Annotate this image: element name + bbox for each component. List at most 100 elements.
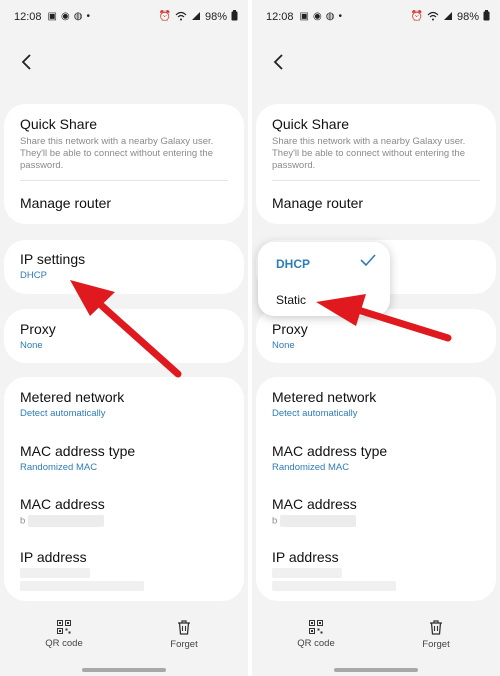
quick-share-row[interactable]: Quick Share Share this network with a ne… [20, 116, 228, 172]
proxy-row[interactable]: Proxy None [20, 321, 228, 351]
forget-label: Forget [170, 639, 198, 650]
home-indicator[interactable] [334, 668, 418, 672]
quick-share-title: Quick Share [20, 116, 98, 132]
proxy-value: None [272, 340, 295, 351]
mac-address-row: MAC address b [272, 496, 480, 528]
ip-address-redacted [20, 568, 90, 578]
chat-icon: ◉ [60, 11, 70, 22]
forget-label: Forget [422, 639, 450, 650]
mac-address-prefix: b [272, 515, 278, 527]
forget-button[interactable]: Forget [154, 620, 214, 650]
metered-network-row[interactable]: Metered network Detect automatically [272, 389, 480, 419]
mac-address-type-title: MAC address type [272, 443, 388, 459]
qr-code-label: QR code [45, 638, 83, 649]
ip-address-title: IP address [20, 549, 87, 565]
screen-right: 12:08 ▣ ◉ ◍ • ⏰ 98% Quick Share Share th… [252, 0, 500, 676]
mac-address-redacted [279, 515, 356, 527]
back-arrow-icon[interactable] [266, 50, 290, 74]
bottom-nav: QR code Forget [0, 620, 248, 660]
forget-button[interactable]: Forget [406, 620, 466, 650]
card-network-details: Metered network Detect automatically MAC… [4, 377, 244, 601]
mac-address-prefix: b [20, 515, 26, 527]
mac-address-type-row[interactable]: MAC address type Randomized MAC [20, 443, 228, 473]
quick-share-title: Quick Share [272, 116, 350, 132]
ip-address-row: IP address [20, 549, 228, 565]
home-indicator[interactable] [82, 668, 166, 672]
metered-network-value: Detect automatically [20, 408, 106, 419]
status-bar: 12:08 ▣ ◉ ◍ • ⏰ 98% [0, 0, 248, 34]
qr-code-icon [309, 620, 323, 634]
mac-address-title: MAC address [20, 496, 105, 512]
proxy-value: None [20, 340, 43, 351]
gallery-icon: ▣ [47, 11, 57, 22]
gallery-icon: ▣ [299, 11, 309, 22]
static-option[interactable]: Static [276, 293, 376, 307]
manage-router-row[interactable]: Manage router [20, 195, 228, 211]
status-bar: 12:08 ▣ ◉ ◍ • ⏰ 98% [252, 0, 500, 34]
metered-network-title: Metered network [20, 389, 125, 405]
quick-share-description: Share this network with a nearby Galaxy … [272, 136, 466, 171]
card-share-router: Quick Share Share this network with a ne… [4, 104, 244, 224]
wifi-icon [427, 11, 439, 24]
proxy-title: Proxy [20, 321, 56, 337]
battery-icon [483, 10, 490, 24]
dot-icon: • [338, 11, 342, 22]
card-proxy: Proxy None [4, 309, 244, 363]
qr-code-button[interactable]: QR code [286, 620, 346, 649]
record-icon: ◍ [73, 11, 83, 22]
manage-router-title: Manage router [20, 195, 112, 211]
check-icon [360, 254, 376, 266]
trash-icon [178, 620, 190, 635]
qr-code-button[interactable]: QR code [34, 620, 94, 649]
mac-address-type-value: Randomized MAC [20, 462, 98, 473]
quick-share-row[interactable]: Quick Share Share this network with a ne… [272, 116, 480, 172]
mac-address-type-title: MAC address type [20, 443, 136, 459]
mac-address-redacted [27, 515, 104, 527]
mac-address-row: MAC address b [20, 496, 228, 528]
proxy-row[interactable]: Proxy None [272, 321, 480, 351]
card-share-router: Quick Share Share this network with a ne… [256, 104, 496, 224]
ip-address-redacted [272, 568, 342, 578]
quick-share-description: Share this network with a nearby Galaxy … [20, 136, 214, 171]
ip-address-redacted [20, 581, 144, 591]
card-proxy: Proxy None [256, 309, 496, 363]
ip-settings-row[interactable]: IP settings DHCP [20, 251, 228, 281]
ip-address-title: IP address [272, 549, 339, 565]
ip-settings-value: DHCP [20, 270, 47, 281]
alarm-icon: ⏰ [158, 11, 171, 22]
card-network-details: Metered network Detect automatically MAC… [256, 377, 496, 601]
screen-left: 12:08 ▣ ◉ ◍ • ⏰ 98% Quick Share Share th… [0, 0, 248, 676]
manage-router-row[interactable]: Manage router [272, 195, 480, 211]
metered-network-row[interactable]: Metered network Detect automatically [20, 389, 228, 419]
battery-icon [231, 10, 238, 24]
qr-code-label: QR code [297, 638, 335, 649]
card-ip-settings: IP settings DHCP [4, 240, 244, 294]
back-arrow-icon[interactable] [14, 50, 38, 74]
mac-address-type-row[interactable]: MAC address type Randomized MAC [272, 443, 480, 473]
dot-icon: • [86, 11, 90, 22]
trash-icon [430, 620, 442, 635]
divider [272, 180, 480, 181]
mac-address-type-value: Randomized MAC [272, 462, 350, 473]
manage-router-title: Manage router [272, 195, 364, 211]
bottom-nav: QR code Forget [252, 620, 500, 660]
mac-address-title: MAC address [272, 496, 357, 512]
divider [20, 180, 228, 181]
ip-settings-dropdown: DHCP Static [258, 242, 390, 316]
status-time: 12:08 [14, 11, 42, 23]
wifi-icon [175, 11, 187, 24]
qr-code-icon [57, 620, 71, 634]
battery-percent: 98% [204, 11, 227, 23]
metered-network-title: Metered network [272, 389, 377, 405]
record-icon: ◍ [325, 11, 335, 22]
metered-network-value: Detect automatically [272, 408, 358, 419]
signal-icon [191, 11, 201, 24]
ip-address-row: IP address [272, 549, 480, 565]
chat-icon: ◉ [312, 11, 322, 22]
ip-address-redacted [272, 581, 396, 591]
alarm-icon: ⏰ [410, 11, 423, 22]
signal-icon [443, 11, 453, 24]
battery-percent: 98% [456, 11, 479, 23]
status-time: 12:08 [266, 11, 294, 23]
ip-settings-title: IP settings [20, 251, 86, 267]
